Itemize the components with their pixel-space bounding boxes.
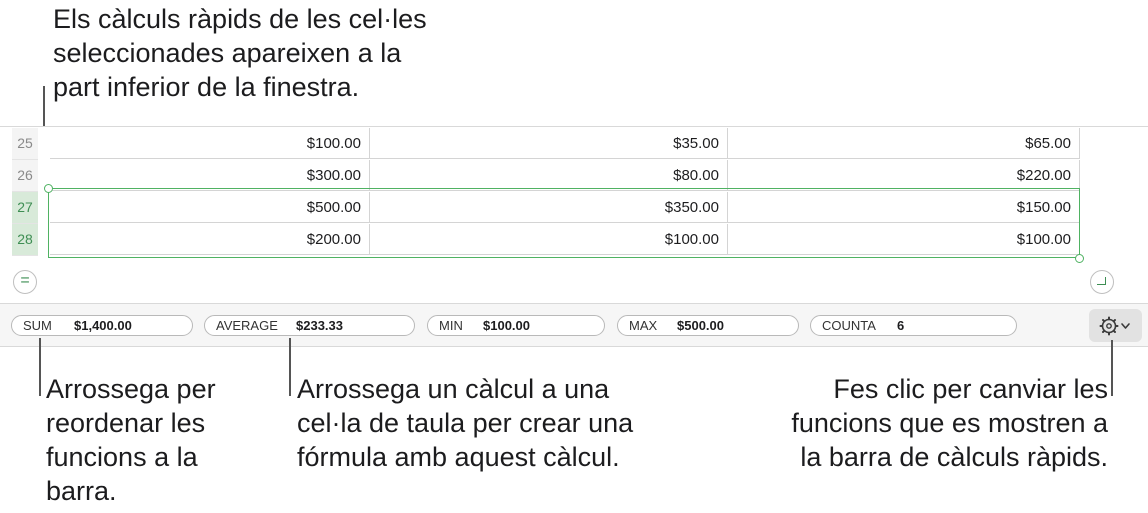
resize-corner-icon (1097, 277, 1106, 285)
table-cell[interactable]: $35.00 (370, 128, 728, 159)
leader-line-drag-cell (289, 338, 291, 396)
callout-quick-calc-location: Els càlculs ràpids de les cel·les selecc… (53, 4, 427, 102)
function-name: SUM (23, 318, 52, 333)
quick-calc-max[interactable]: MAX $500.00 (617, 315, 799, 336)
quick-calc-settings-button[interactable] (1089, 309, 1142, 342)
table-cell[interactable]: $500.00 (50, 192, 370, 223)
quick-calc-counta[interactable]: COUNTA 6 (810, 315, 1017, 336)
table-cell[interactable]: $300.00 (50, 160, 370, 191)
row-header-28[interactable]: 28 (12, 224, 38, 256)
function-name: COUNTA (822, 318, 876, 333)
quick-calc-sum[interactable]: SUM $1,400.00 (11, 315, 193, 336)
selection-handle-top-left[interactable] (44, 184, 53, 193)
function-value: $100.00 (483, 318, 530, 333)
table-cell[interactable]: $80.00 (370, 160, 728, 191)
row-header-25[interactable]: 25 (12, 128, 38, 160)
table-cell[interactable]: $200.00 (50, 224, 370, 255)
chevron-down-icon (1121, 323, 1130, 329)
selection-handle-bottom-right[interactable] (1075, 254, 1084, 263)
callout-drag-to-cell: Arrossega un càlcul a una cel·la de taul… (297, 374, 634, 472)
table-cell[interactable]: $220.00 (728, 160, 1080, 191)
function-value: $233.33 (296, 318, 343, 333)
table-cell[interactable]: $100.00 (50, 128, 370, 159)
function-value: $1,400.00 (74, 318, 132, 333)
function-name: MIN (439, 318, 463, 333)
table-cell[interactable]: $65.00 (728, 128, 1080, 159)
leader-line-settings (1111, 340, 1113, 396)
quick-calc-average[interactable]: AVERAGE $233.33 (204, 315, 415, 336)
row-header-27[interactable]: 27 (12, 192, 38, 224)
leader-line-reorder (39, 338, 41, 396)
quick-calc-min[interactable]: MIN $100.00 (427, 315, 605, 336)
callout-drag-reorder: Arrossega per reordenar les funcions a l… (46, 374, 216, 506)
table-resize-button[interactable] (1090, 270, 1114, 294)
add-rows-button[interactable]: = (13, 270, 37, 294)
row-header-26[interactable]: 26 (12, 160, 38, 192)
function-name: MAX (629, 318, 658, 333)
table-cell[interactable]: $100.00 (728, 224, 1080, 255)
function-name: AVERAGE (216, 318, 278, 333)
table-cell[interactable]: $150.00 (728, 192, 1080, 223)
function-value: $500.00 (677, 318, 724, 333)
function-value: 6 (897, 318, 905, 333)
table-cell[interactable]: $100.00 (370, 224, 728, 255)
table-cell[interactable]: $350.00 (370, 192, 728, 223)
gear-icon (1099, 316, 1130, 336)
callout-change-functions: Fes clic per canviar les funcions que es… (791, 374, 1108, 472)
quick-calculation-bar: SUM $1,400.00 AVERAGE $233.33 MIN $100.0… (0, 303, 1148, 347)
